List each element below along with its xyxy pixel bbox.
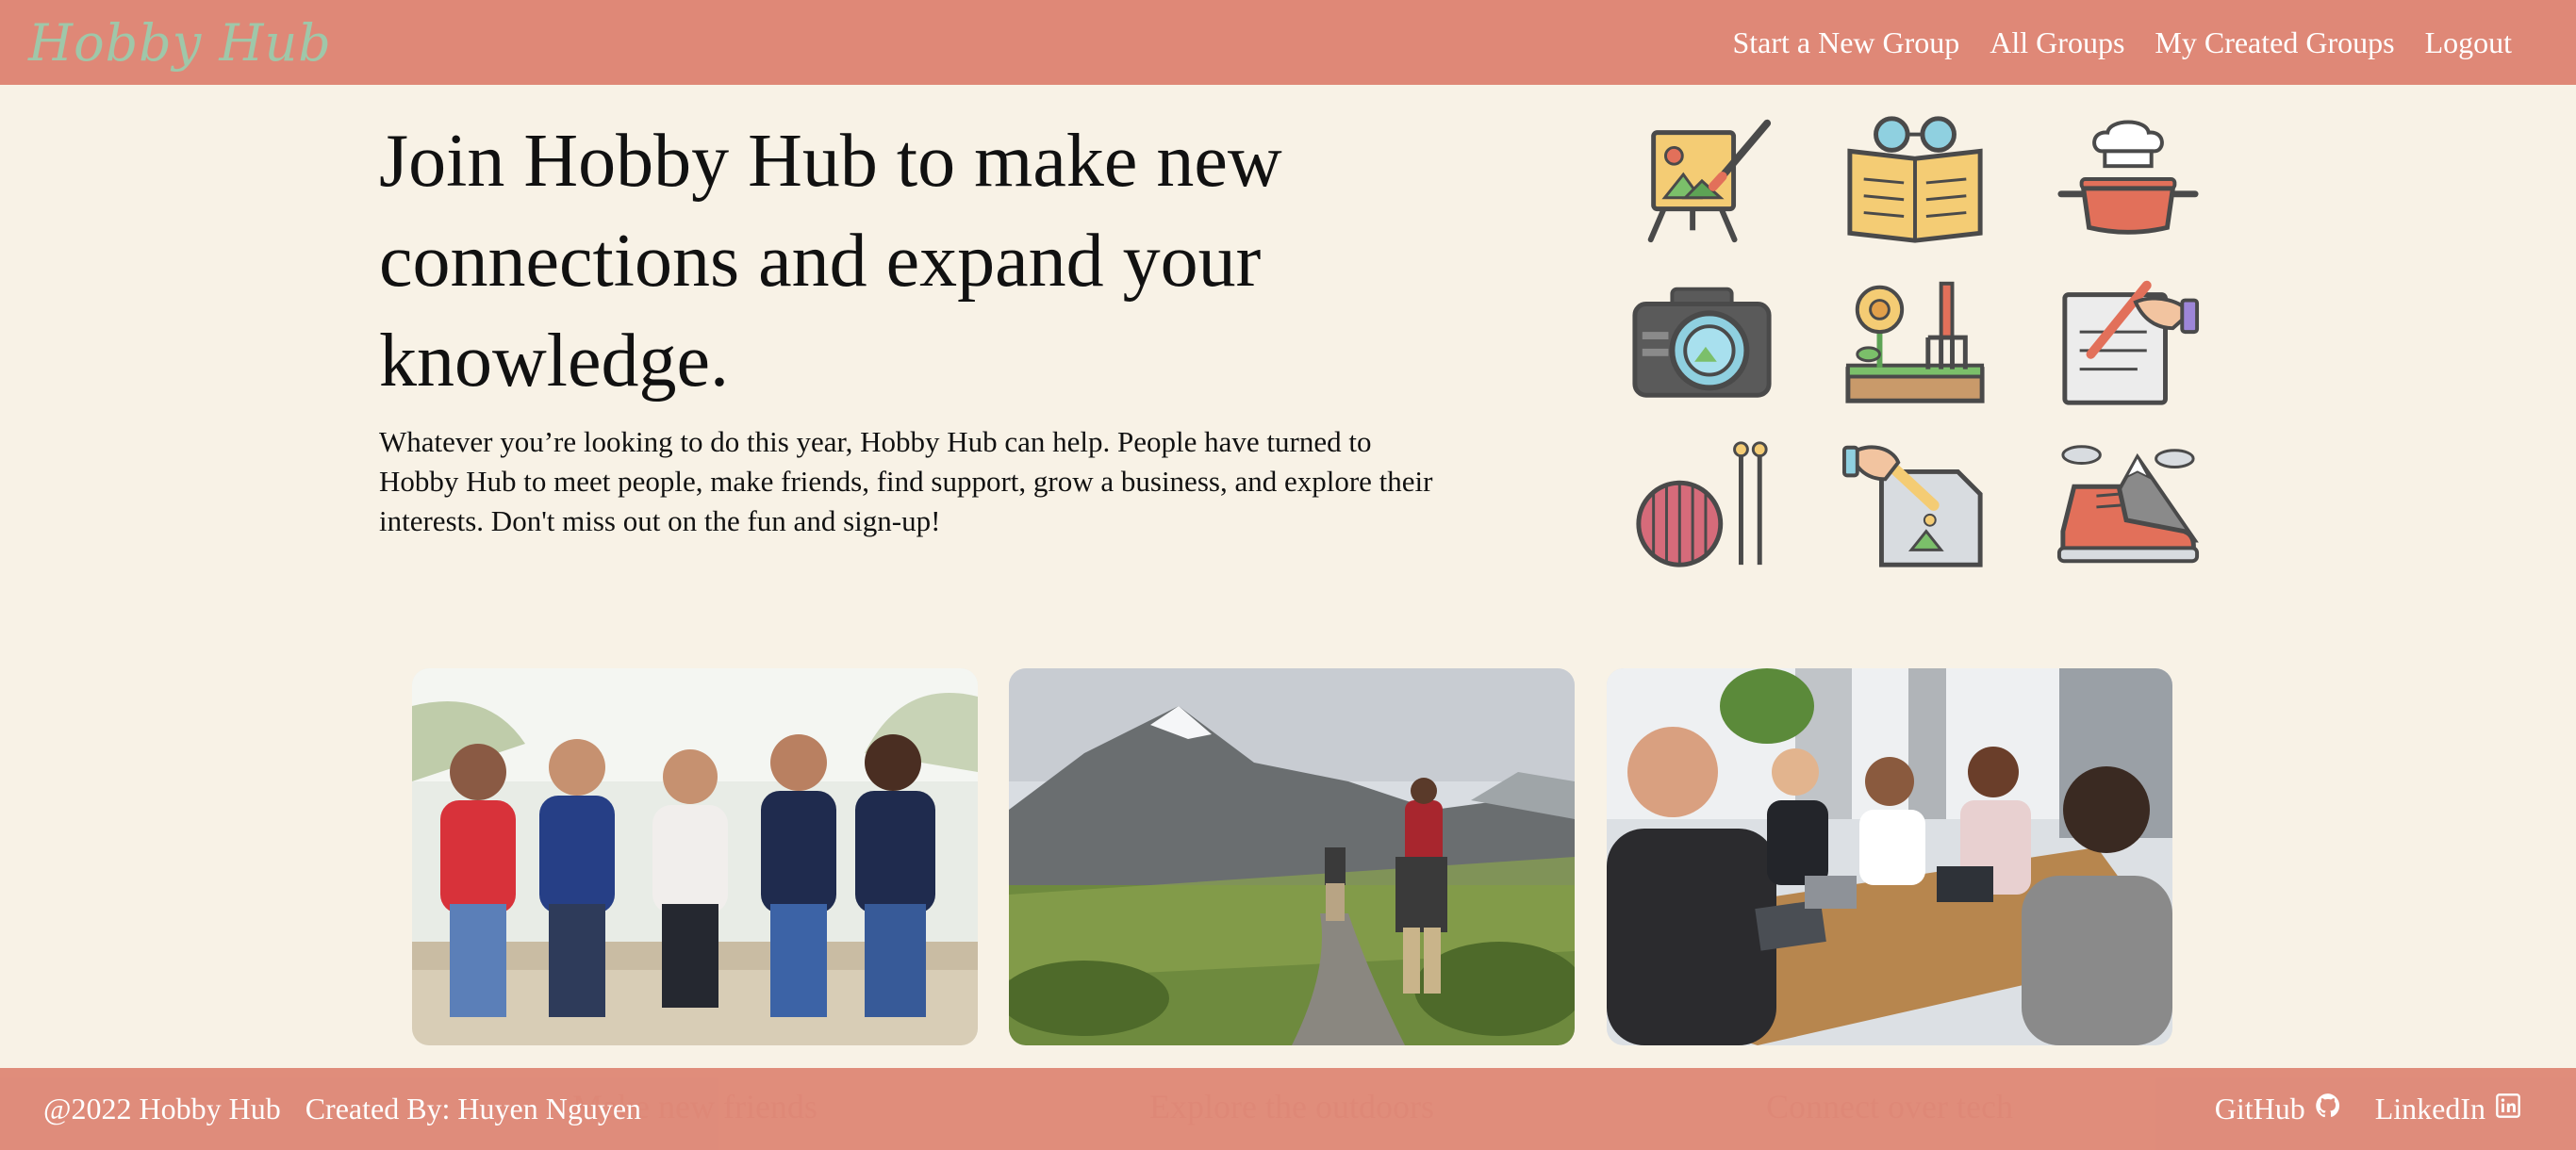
photo-friends — [412, 668, 978, 1045]
linkedin-icon — [2495, 1092, 2521, 1126]
hiking-boot-icon — [2053, 430, 2204, 577]
footer: @2022 Hobby Hub Created By: Huyen Nguyen… — [0, 1068, 2576, 1150]
cooking-pot-icon — [2053, 106, 2204, 253]
nav-start-new-group[interactable]: Start a New Group — [1732, 25, 1959, 60]
linkedin-link[interactable]: LinkedIn — [2375, 1092, 2521, 1126]
painting-easel-icon — [1627, 106, 1777, 253]
writing-icon — [2053, 268, 2204, 415]
github-label: GitHub — [2214, 1092, 2305, 1125]
navbar: Hobby Hub Start a New Group All Groups M… — [0, 0, 2576, 85]
linkedin-label: LinkedIn — [2374, 1092, 2485, 1125]
footer-right: GitHub LinkedIn — [2215, 1092, 2521, 1126]
nav-links: Start a New Group All Groups My Created … — [1732, 25, 2512, 60]
hero-title: Join Hobby Hub to make new connections a… — [379, 120, 1282, 402]
knitting-icon — [1627, 430, 1777, 577]
footer-created-by: Created By: Huyen Nguyen — [305, 1092, 642, 1125]
nav-all-groups[interactable]: All Groups — [1990, 25, 2124, 60]
gardening-icon — [1840, 268, 1990, 415]
photo-tech — [1607, 668, 2172, 1045]
hero-text: Whatever you’re looking to do this year,… — [379, 425, 1433, 537]
book-glasses-icon — [1840, 106, 1990, 253]
camera-icon — [1627, 268, 1777, 415]
photo-outdoors — [1009, 668, 1575, 1045]
github-link[interactable]: GitHub — [2215, 1092, 2341, 1126]
nav-my-created-groups[interactable]: My Created Groups — [2155, 25, 2394, 60]
drawing-icon — [1840, 430, 1990, 577]
brand-logo[interactable]: Hobby Hub — [28, 13, 332, 73]
nav-logout[interactable]: Logout — [2425, 25, 2512, 60]
github-icon — [2315, 1092, 2341, 1126]
hobby-icon-grid — [1627, 106, 2204, 577]
footer-left: @2022 Hobby Hub Created By: Huyen Nguyen — [43, 1092, 641, 1126]
footer-copyright: @2022 Hobby Hub — [43, 1092, 281, 1125]
